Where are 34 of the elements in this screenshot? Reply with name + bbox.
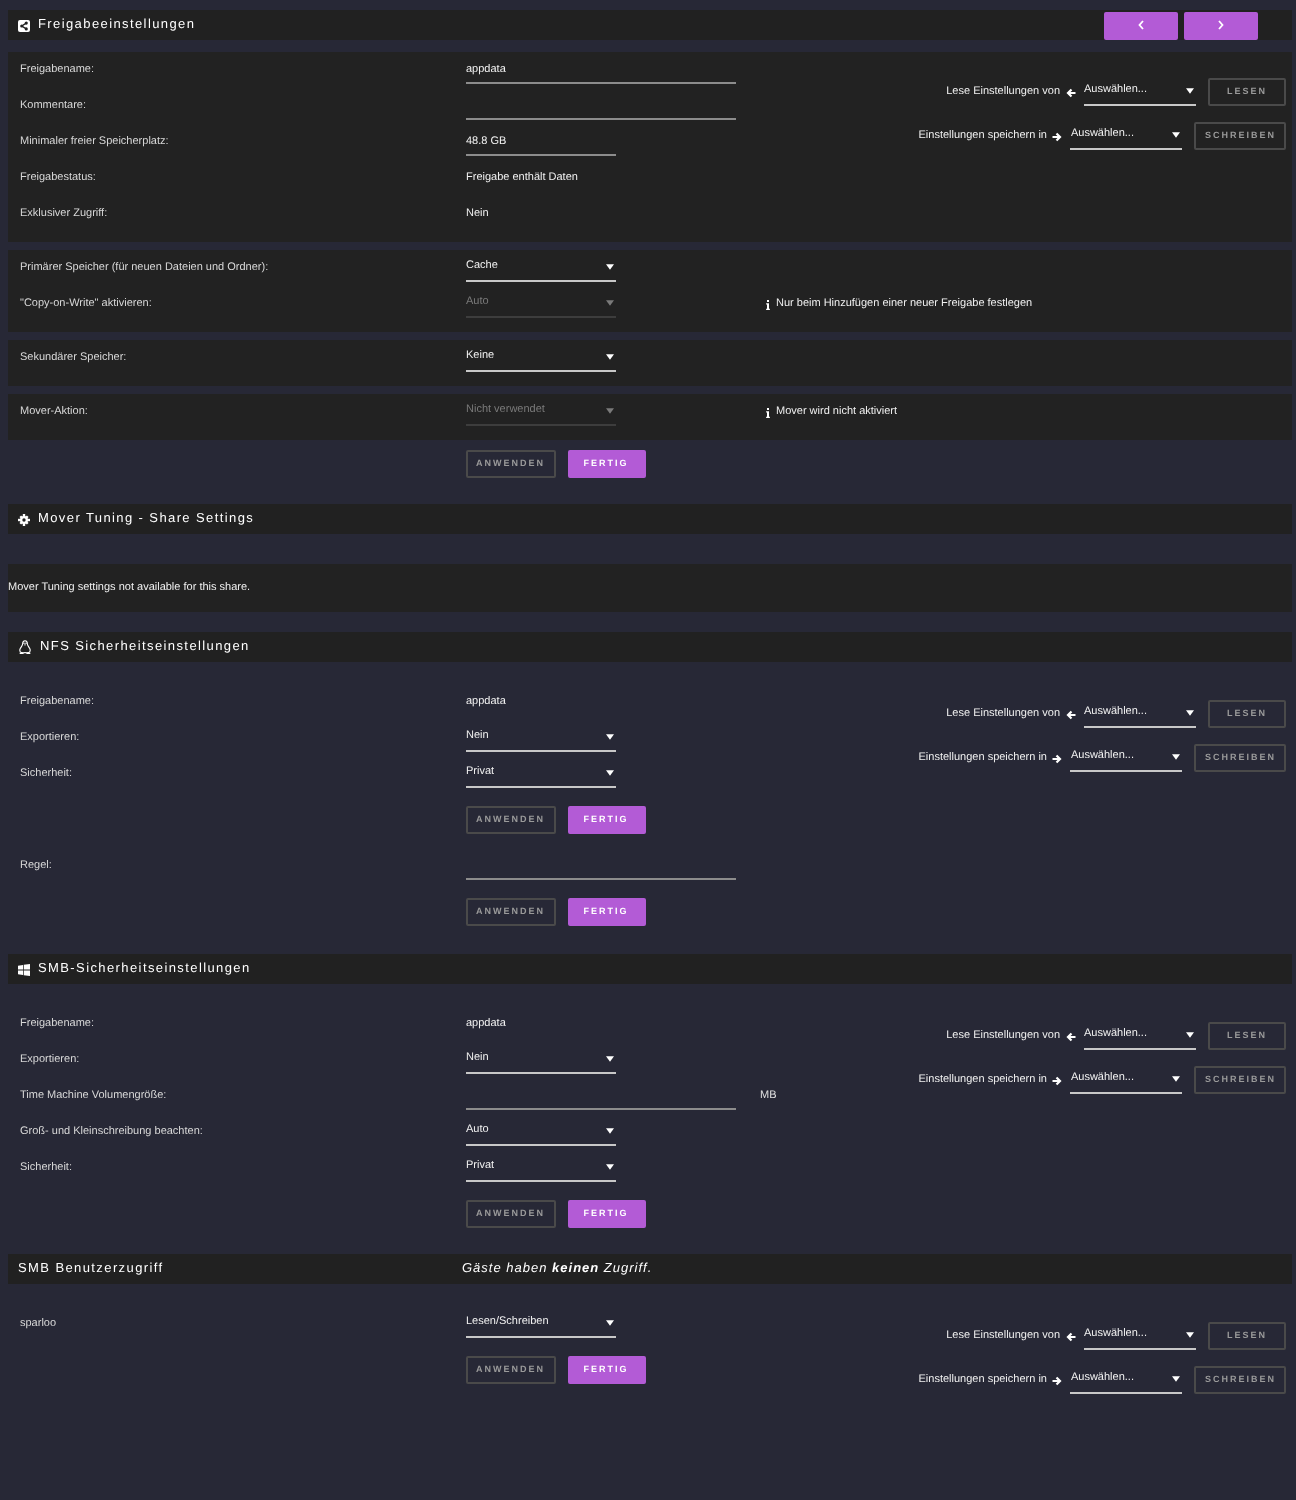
caret-icon bbox=[606, 354, 614, 360]
caret-icon bbox=[606, 1320, 614, 1326]
four-panes-icon bbox=[18, 963, 30, 975]
arrow-right-icon bbox=[1052, 753, 1063, 763]
caret-icon bbox=[606, 408, 614, 414]
caret-icon bbox=[1172, 1076, 1181, 1082]
caret-icon bbox=[606, 734, 614, 740]
arrow-left-icon bbox=[1066, 1331, 1076, 1341]
caret-icon bbox=[606, 300, 614, 306]
gear-icon bbox=[18, 513, 30, 525]
caret-icon bbox=[606, 1128, 614, 1134]
caret-icon bbox=[606, 264, 614, 270]
arrow-right-icon bbox=[1052, 1075, 1063, 1085]
chevron-left-icon bbox=[1138, 20, 1144, 30]
arrow-right-icon bbox=[1052, 1375, 1063, 1385]
arrow-left-icon bbox=[1066, 709, 1076, 719]
caret-icon bbox=[1172, 754, 1181, 760]
caret-icon bbox=[1186, 1332, 1194, 1338]
arrow-left-icon bbox=[1066, 1031, 1076, 1041]
penguin-icon bbox=[18, 640, 32, 654]
caret-icon bbox=[1172, 1376, 1181, 1382]
caret-icon bbox=[606, 1164, 614, 1170]
arrow-left-icon bbox=[1066, 87, 1076, 97]
caret-icon bbox=[1186, 1032, 1194, 1038]
caret-icon bbox=[1186, 88, 1194, 94]
caret-icon bbox=[1172, 132, 1181, 138]
next-button[interactable] bbox=[1184, 11, 1258, 39]
caret-icon bbox=[606, 1056, 614, 1062]
arrow-right-icon bbox=[1052, 131, 1063, 141]
share-icon bbox=[18, 19, 30, 31]
caret-icon bbox=[1186, 710, 1194, 716]
caret-icon bbox=[606, 770, 614, 776]
previous-button[interactable] bbox=[1104, 11, 1178, 39]
chevron-right-icon bbox=[1218, 20, 1224, 30]
